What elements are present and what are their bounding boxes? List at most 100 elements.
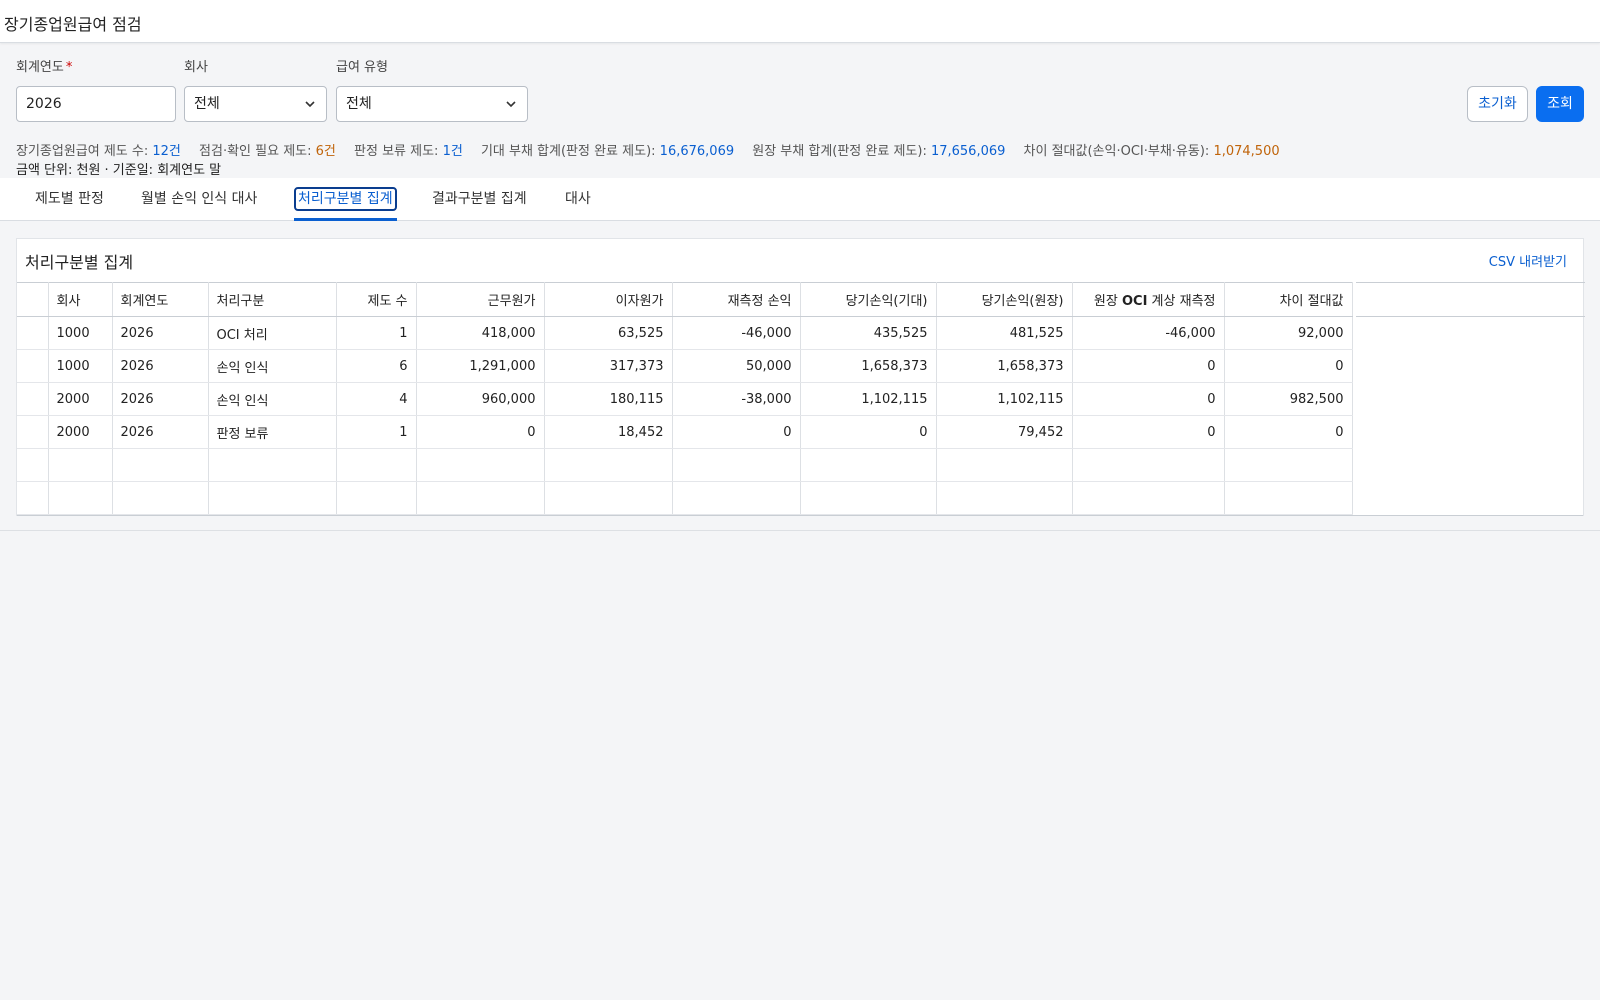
search-button[interactable]: 조회 <box>1536 86 1584 122</box>
table-cell: 1,102,115 <box>800 382 937 416</box>
filter-bar: 회계연도 * 2026 회사 전체 급여 유형 전체 <box>16 58 1586 124</box>
company-select[interactable]: 전체 <box>184 86 327 122</box>
pay-type-field: 급여 유형 전체 <box>336 58 528 122</box>
csv-download-link[interactable]: CSV 내려받기 <box>1489 251 1567 270</box>
hold-count-value: 1건 <box>442 144 463 159</box>
table-cell <box>416 481 545 515</box>
tab-result-summary[interactable]: 결과구분별 집계 <box>432 178 527 221</box>
table-cell <box>48 448 113 482</box>
table-cell <box>336 448 417 482</box>
row-select-cell[interactable] <box>17 481 49 515</box>
company-label: 회사 <box>184 60 208 75</box>
table-cell: 1,658,373 <box>936 349 1073 383</box>
col-abs-diff[interactable]: 차이 절대값 <box>1224 282 1353 317</box>
table-cell: 2000 <box>48 415 113 449</box>
col-interest-cost[interactable]: 이자원가 <box>544 282 673 317</box>
unit-note: 금액 단위: 천원 · 기준일: 회계연도 말 <box>16 163 222 178</box>
table-cell: 2000 <box>48 382 113 416</box>
table-cell <box>1224 448 1353 482</box>
pay-type-select-value: 전체 <box>346 96 372 112</box>
table-cell: 1,102,115 <box>936 382 1073 416</box>
tab-treatment-summary[interactable]: 처리구분별 집계 <box>294 178 397 221</box>
table-cell: 1000 <box>48 349 113 383</box>
table-cell: OCI 처리 <box>208 316 337 350</box>
table-cell: 손익 인식 <box>208 349 337 383</box>
table-body: 1000 2026 OCI 처리 1 418,000 63,525 -46,000 435,5… <box>17 316 1353 515</box>
col-pl-ledger[interactable]: 당기손익(원장) <box>936 282 1073 317</box>
table-cell <box>48 481 113 515</box>
treatment-summary-panel: 처리구분별 집계 CSV 내려받기 회사 회계연도 처리구분 제도 수 근무원가… <box>16 238 1585 516</box>
fiscal-year-label: 회계연도 <box>16 60 64 75</box>
table-row[interactable] <box>17 481 1353 515</box>
table-cell: 1000 <box>48 316 113 350</box>
table-cell <box>800 448 937 482</box>
table-row[interactable]: 1000 2026 OCI 처리 1 418,000 63,525 -46,000 435,5… <box>17 316 1353 350</box>
tab-monthly-pl-reconciliation[interactable]: 월별 손익 인식 대사 <box>141 178 257 221</box>
table-cell: 1 <box>336 415 417 449</box>
fiscal-year-input[interactable]: 2026 <box>16 86 176 122</box>
col-fiscal-year[interactable]: 회계연도 <box>112 282 209 317</box>
table-cell <box>112 448 209 482</box>
fiscal-year-field: 회계연도 * 2026 <box>16 58 176 122</box>
table-cell: 2026 <box>112 415 209 449</box>
col-remeasurement[interactable]: 재측정 손익 <box>672 282 801 317</box>
plan-count-value: 12건 <box>152 144 181 159</box>
required-mark: * <box>65 60 73 75</box>
title-bar: 장기종업원급여 점검 <box>0 0 1600 43</box>
row-select-header[interactable] <box>17 282 49 317</box>
pay-type-label: 급여 유형 <box>336 60 388 75</box>
table-row[interactable]: 1000 2026 손익 인식 6 1,291,000 317,373 50,000 1,65… <box>17 349 1353 383</box>
section-divider <box>0 530 1600 531</box>
table-row[interactable]: 2000 2026 판정 보류 1 0 18,452 0 0 79,452 0 0 <box>17 415 1353 449</box>
abs-diff-value: 1,074,500 <box>1213 144 1280 159</box>
col-service-cost[interactable]: 근무원가 <box>416 282 545 317</box>
table-cell: 6 <box>336 349 417 383</box>
table-cell: 0 <box>800 415 937 449</box>
table-cell: 982,500 <box>1224 382 1353 416</box>
chevron-down-icon <box>304 87 316 123</box>
col-treatment[interactable]: 처리구분 <box>208 282 337 317</box>
table-header-row: 회사 회계연도 처리구분 제도 수 근무원가 이자원가 재측정 손익 당기손익(… <box>17 282 1353 317</box>
table-cell: 418,000 <box>416 316 545 350</box>
tab-reconciliation[interactable]: 대사 <box>565 178 591 221</box>
table-cell: 1,658,373 <box>800 349 937 383</box>
table-cell: 63,525 <box>544 316 673 350</box>
col-ledger-oci-remeasurement[interactable]: 원장 OCI 계상 재측정 <box>1072 282 1225 317</box>
table-cell: 2026 <box>112 316 209 350</box>
tab-plan-judgment[interactable]: 제도별 판정 <box>35 178 104 221</box>
company-select-value: 전체 <box>194 96 220 112</box>
col-pl-expected[interactable]: 당기손익(기대) <box>800 282 937 317</box>
summary-bar: 장기종업원급여 제도 수: 12건 점검·확인 필요 제도: 6건 판정 보류 … <box>16 144 1280 159</box>
col-company[interactable]: 회사 <box>48 282 113 317</box>
table-cell: 손익 인식 <box>208 382 337 416</box>
table-cell <box>1072 448 1225 482</box>
table-cell: 317,373 <box>544 349 673 383</box>
table-cell: 0 <box>1072 382 1225 416</box>
table-cell: 50,000 <box>672 349 801 383</box>
table-cell <box>1072 481 1225 515</box>
table-row[interactable]: 2000 2026 손익 인식 4 960,000 180,115 -38,000 1,102… <box>17 382 1353 416</box>
row-select-cell[interactable] <box>17 349 49 383</box>
check-needed-value: 6건 <box>315 144 336 159</box>
table-cell: 18,452 <box>544 415 673 449</box>
table-cell <box>416 448 545 482</box>
row-select-cell[interactable] <box>17 415 49 449</box>
row-select-cell[interactable] <box>17 382 49 416</box>
table-row[interactable] <box>17 448 1353 482</box>
pay-type-select[interactable]: 전체 <box>336 86 528 122</box>
table-cell: 2026 <box>112 382 209 416</box>
reset-button[interactable]: 초기화 <box>1467 86 1528 122</box>
table-cell: 0 <box>1224 415 1353 449</box>
table-cell: 0 <box>672 415 801 449</box>
row-select-cell[interactable] <box>17 316 49 350</box>
table-cell: 0 <box>416 415 545 449</box>
table-cell: -46,000 <box>1072 316 1225 350</box>
table-cell <box>936 481 1073 515</box>
table-cell <box>544 481 673 515</box>
table-cell: -46,000 <box>672 316 801 350</box>
company-field: 회사 전체 <box>184 58 327 122</box>
row-select-cell[interactable] <box>17 448 49 482</box>
table-cell <box>936 448 1073 482</box>
col-plan-count[interactable]: 제도 수 <box>336 282 417 317</box>
table-cell: 0 <box>1072 349 1225 383</box>
